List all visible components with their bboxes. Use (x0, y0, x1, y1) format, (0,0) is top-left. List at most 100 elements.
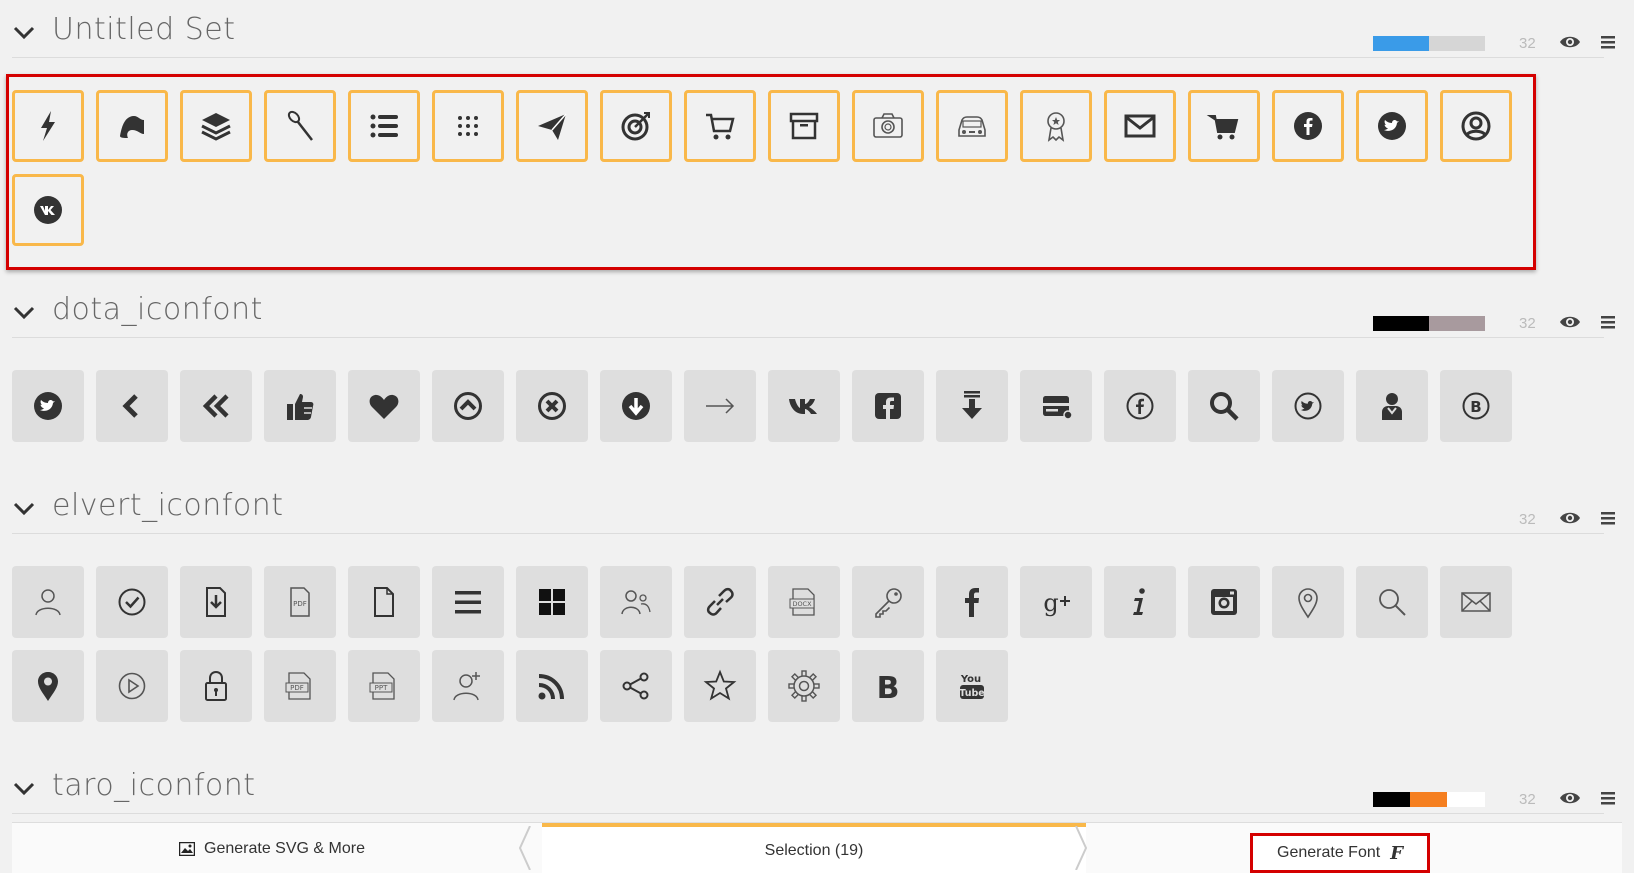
search-outline-icon (1379, 589, 1406, 616)
menu-icon[interactable] (1600, 34, 1616, 50)
glyph-cell[interactable] (180, 650, 252, 722)
glyph-cell[interactable] (12, 90, 84, 162)
glyph-cell[interactable]: g (1020, 566, 1092, 638)
menu-icon[interactable] (1600, 314, 1616, 330)
color-swatch[interactable] (1373, 316, 1429, 331)
chevron-down-icon[interactable] (12, 20, 36, 44)
generate-svg-button[interactable]: Generate SVG & More (12, 823, 532, 873)
glyph-cell[interactable] (348, 566, 420, 638)
glyph-cell[interactable] (1440, 90, 1512, 162)
glyph-cell[interactable] (1356, 90, 1428, 162)
glyph-cell[interactable] (600, 566, 672, 638)
glyph-cell[interactable]: B (1440, 370, 1512, 442)
tab-arrow-right-icon (1075, 826, 1088, 870)
glyph-cell[interactable] (1104, 370, 1176, 442)
glyph-cell[interactable] (1104, 566, 1176, 638)
glyph-cell[interactable]: You Tube (936, 650, 1008, 722)
set-title[interactable]: Untitled Set (52, 12, 235, 47)
glyph-cell[interactable] (96, 90, 168, 162)
color-swatch[interactable] (1446, 792, 1485, 807)
glyph-cell[interactable] (96, 566, 168, 638)
color-swatch[interactable] (1373, 792, 1410, 807)
glyph-cell[interactable] (684, 370, 756, 442)
glyph-cell[interactable] (852, 566, 924, 638)
color-swatch[interactable] (1409, 792, 1447, 807)
glyph-cell[interactable] (264, 370, 336, 442)
glyph-cell[interactable] (1020, 90, 1092, 162)
glyph-cell[interactable]: PPT (348, 650, 420, 722)
glyph-cell[interactable] (684, 566, 756, 638)
glyph-cell[interactable] (1020, 370, 1092, 442)
glyph-cell[interactable] (600, 370, 672, 442)
glyph-cell[interactable] (516, 650, 588, 722)
glyph-cell[interactable] (936, 90, 1008, 162)
set-title[interactable]: elvert_iconfont (52, 488, 284, 523)
glyph-cell[interactable] (936, 566, 1008, 638)
glyph-cell[interactable] (1356, 566, 1428, 638)
glyph-cell[interactable] (852, 90, 924, 162)
chevron-down-icon[interactable] (12, 300, 36, 324)
selection-tab[interactable]: Selection (19) (542, 823, 1086, 873)
glyph-cell[interactable] (1104, 90, 1176, 162)
glyph-cell[interactable]: DOCX (768, 566, 840, 638)
glyph-cell[interactable] (1440, 566, 1512, 638)
menu-icon[interactable] (1600, 510, 1616, 526)
glyph-cell[interactable] (432, 90, 504, 162)
glyph-cell[interactable] (432, 650, 504, 722)
glyph-cell[interactable] (348, 370, 420, 442)
generate-font-button[interactable]: Generate Font F (1250, 833, 1430, 873)
glyph-cell[interactable] (180, 90, 252, 162)
menu-icon[interactable] (1600, 790, 1616, 806)
glyph-cell[interactable] (12, 174, 84, 246)
glyph-cell[interactable] (1272, 566, 1344, 638)
glyph-cell[interactable]: B (852, 650, 924, 722)
glyph-cell[interactable] (12, 566, 84, 638)
glyph-cell[interactable] (264, 90, 336, 162)
set-title[interactable]: taro_iconfont (52, 768, 256, 803)
glyph-cell[interactable] (600, 650, 672, 722)
glyph-cell[interactable] (768, 650, 840, 722)
glyph-cell[interactable] (600, 90, 672, 162)
glyph-cell[interactable] (852, 370, 924, 442)
star-outline-icon (703, 669, 737, 701)
glyph-cell[interactable] (684, 90, 756, 162)
glyph-cell[interactable] (96, 650, 168, 722)
glyph-cell[interactable] (96, 370, 168, 442)
glyph-cell[interactable] (936, 370, 1008, 442)
glyph-cell[interactable] (432, 370, 504, 442)
glyph-cell[interactable] (1188, 566, 1260, 638)
eye-icon[interactable] (1559, 313, 1581, 331)
glyph-cell[interactable] (684, 650, 756, 722)
glyph-cell[interactable] (348, 90, 420, 162)
glyph-cell[interactable] (180, 566, 252, 638)
color-swatch[interactable] (1373, 36, 1429, 51)
glyph-cell[interactable] (12, 370, 84, 442)
eye-icon[interactable] (1559, 509, 1581, 527)
set-title[interactable]: dota_iconfont (52, 292, 263, 327)
glyph-cell[interactable] (1356, 370, 1428, 442)
glyph-cell[interactable]: PDF (264, 566, 336, 638)
chevron-down-icon[interactable] (12, 496, 36, 520)
glyph-cell[interactable] (1272, 370, 1344, 442)
glyph-cell[interactable] (12, 650, 84, 722)
color-swatch[interactable] (1429, 36, 1485, 51)
glyph-cell[interactable] (1188, 370, 1260, 442)
color-swatch-bar[interactable] (1373, 792, 1485, 807)
glyph-cell[interactable] (516, 370, 588, 442)
glyph-cell[interactable] (432, 566, 504, 638)
glyph-cell[interactable] (768, 370, 840, 442)
glyph-cell[interactable] (1272, 90, 1344, 162)
glyph-cell[interactable] (180, 370, 252, 442)
color-swatch-bar[interactable] (1373, 512, 1485, 527)
chevron-down-icon[interactable] (12, 776, 36, 800)
glyph-cell[interactable] (768, 90, 840, 162)
color-swatch-bar[interactable] (1373, 36, 1485, 51)
glyph-cell[interactable] (516, 566, 588, 638)
color-swatch[interactable] (1429, 316, 1485, 331)
eye-icon[interactable] (1559, 33, 1581, 51)
glyph-cell[interactable] (516, 90, 588, 162)
glyph-cell[interactable]: PDF (264, 650, 336, 722)
eye-icon[interactable] (1559, 789, 1581, 807)
color-swatch-bar[interactable] (1373, 316, 1485, 331)
glyph-cell[interactable] (1188, 90, 1260, 162)
